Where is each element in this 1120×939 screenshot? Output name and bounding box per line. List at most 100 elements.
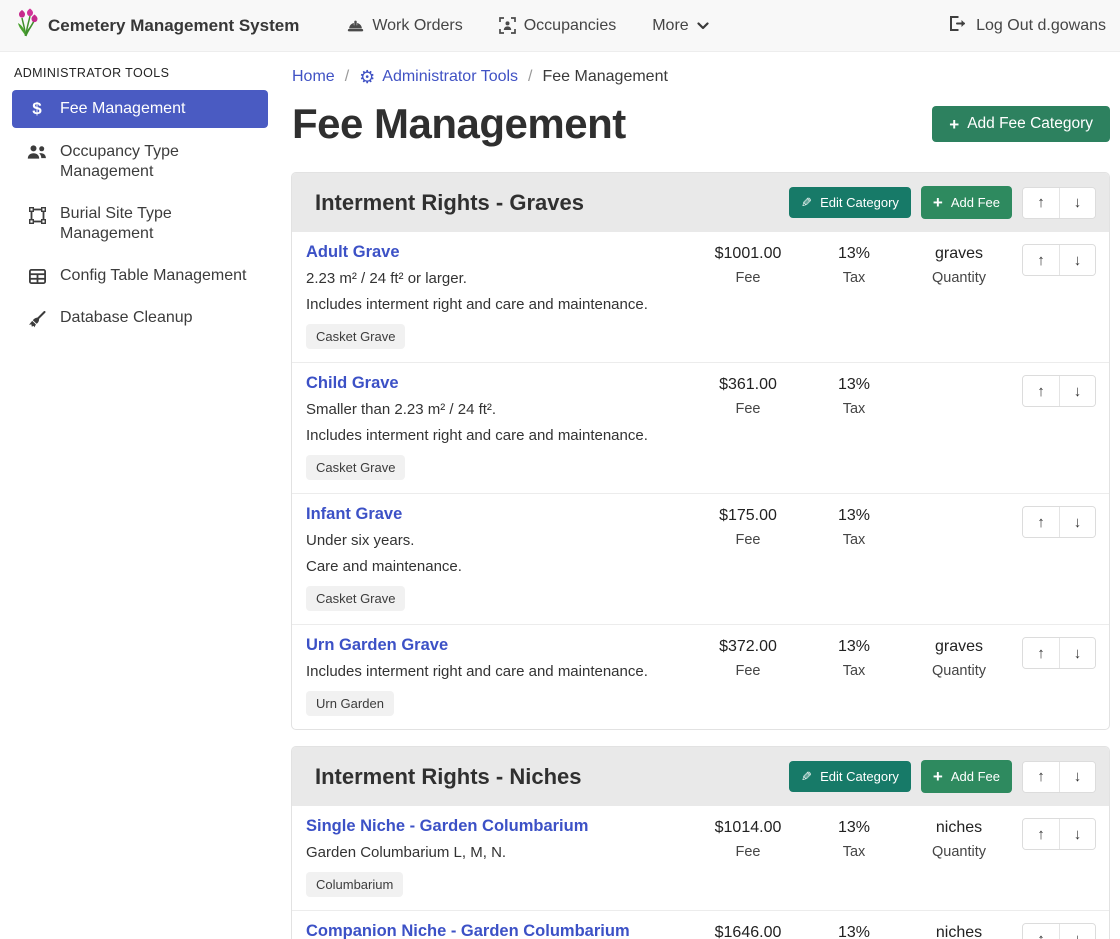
move-fee-up-button[interactable]: ↑: [1023, 507, 1059, 537]
nav-item-label: Work Orders: [372, 17, 462, 35]
fee-amount-label: Fee: [692, 532, 804, 548]
fee-name-link[interactable]: Urn Garden Grave: [306, 636, 448, 655]
fee-category-card: Interment Rights - Graves ✎ Edit Categor…: [291, 172, 1110, 730]
fee-tax: 13%: [804, 819, 904, 837]
fee-category-header: Interment Rights - Niches ✎ Edit Categor…: [292, 747, 1109, 806]
fee-amount: $372.00: [692, 638, 804, 656]
fee-tax: 13%: [804, 245, 904, 263]
fee-name-link[interactable]: Child Grave: [306, 374, 399, 393]
pencil-icon: ✎: [801, 770, 812, 783]
fee-name-link[interactable]: Infant Grave: [306, 505, 402, 524]
main-content: Home / ⚙ Administrator Tools / Fee Manag…: [280, 52, 1120, 939]
nav-item-occupancies[interactable]: Occupancies: [499, 17, 617, 35]
breadcrumb-home-link[interactable]: Home: [292, 68, 335, 86]
fee-quantity: niches: [904, 819, 1014, 837]
fee-row: Child Grave Smaller than 2.23 m² / 24 ft…: [292, 362, 1109, 493]
fee-tax-label: Tax: [804, 401, 904, 417]
breadcrumb-current: Fee Management: [543, 68, 668, 86]
fee-name-link[interactable]: Single Niche - Garden Columbarium: [306, 817, 588, 836]
sidebar-item-occupancy-type[interactable]: Occupancy Type Management: [12, 134, 268, 190]
page-title: Fee Management: [292, 100, 626, 148]
move-fee-down-button[interactable]: ↓: [1059, 819, 1095, 849]
move-fee-up-button[interactable]: ↑: [1023, 245, 1059, 275]
fee-reorder-group: ↑ ↓: [1022, 506, 1096, 538]
move-category-down-button[interactable]: ↓: [1059, 762, 1095, 792]
sidebar-item-label: Occupancy Type Management: [60, 142, 258, 182]
nav-item-label: More: [652, 17, 688, 35]
fee-row: Single Niche - Garden Columbarium Garden…: [292, 806, 1109, 910]
fee-quantity-label: Quantity: [904, 663, 1014, 679]
move-fee-up-button[interactable]: ↑: [1023, 819, 1059, 849]
sidebar-item-database-cleanup[interactable]: Database Cleanup: [12, 300, 268, 336]
fee-row: Adult Grave 2.23 m² / 24 ft² or larger. …: [292, 232, 1109, 362]
category-title: Interment Rights - Graves: [305, 190, 789, 216]
move-fee-down-button[interactable]: ↓: [1059, 376, 1095, 406]
fee-name-link[interactable]: Adult Grave: [306, 243, 400, 262]
sidebar-item-label: Database Cleanup: [60, 308, 193, 328]
add-fee-label: Add Fee: [951, 769, 1000, 784]
chevron-down-icon: [697, 22, 709, 30]
sidebar-item-burial-site-type[interactable]: Burial Site Type Management: [12, 196, 268, 252]
fee-description-1: Garden Columbarium L, M, N.: [306, 844, 692, 861]
fee-description-1: Under six years.: [306, 532, 692, 549]
fee-amount-label: Fee: [692, 270, 804, 286]
fee-description-1: 2.23 m² / 24 ft² or larger.: [306, 270, 692, 287]
fee-type-badge: Casket Grave: [306, 455, 405, 480]
move-fee-up-button[interactable]: ↑: [1023, 638, 1059, 668]
fee-amount: $175.00: [692, 507, 804, 525]
category-title: Interment Rights - Niches: [305, 764, 789, 790]
move-fee-down-button[interactable]: ↓: [1059, 638, 1095, 668]
fee-tax: 13%: [804, 507, 904, 525]
fee-tax: 13%: [804, 638, 904, 656]
fee-tax-label: Tax: [804, 532, 904, 548]
fee-category-list: Interment Rights - Graves ✎ Edit Categor…: [291, 172, 1110, 939]
app-brand[interactable]: Cemetery Management System: [14, 8, 299, 43]
edit-category-label: Edit Category: [820, 195, 899, 210]
broom-icon: [26, 309, 48, 328]
add-fee-category-button[interactable]: + Add Fee Category: [932, 106, 1110, 142]
plus-icon: +: [949, 116, 959, 133]
fee-type-badge: Urn Garden: [306, 691, 394, 716]
logout-button[interactable]: Log Out d.gowans: [949, 15, 1106, 37]
add-fee-button[interactable]: + Add Fee: [921, 760, 1012, 793]
fee-type-badge: Casket Grave: [306, 586, 405, 611]
sidebar-item-config-table[interactable]: Config Table Management: [12, 258, 268, 294]
fee-quantity-label: Quantity: [904, 844, 1014, 860]
edit-category-button[interactable]: ✎ Edit Category: [789, 761, 911, 792]
move-category-up-button[interactable]: ↑: [1023, 762, 1059, 792]
fee-name-link[interactable]: Companion Niche - Garden Columbarium: [306, 922, 630, 939]
add-fee-label: Add Fee: [951, 195, 1000, 210]
fee-row: Companion Niche - Garden Columbarium Gar…: [292, 910, 1109, 939]
move-fee-down-button[interactable]: ↓: [1059, 924, 1095, 939]
admin-tools-sidebar: ADMINISTRATOR TOOLS $ Fee Management Occ…: [0, 52, 280, 342]
fee-row-list: Adult Grave 2.23 m² / 24 ft² or larger. …: [292, 232, 1109, 729]
sidebar-item-label: Config Table Management: [60, 266, 247, 286]
fee-reorder-group: ↑ ↓: [1022, 637, 1096, 669]
nav-item-more[interactable]: More: [652, 17, 708, 35]
fee-reorder-group: ↑ ↓: [1022, 923, 1096, 939]
move-fee-down-button[interactable]: ↓: [1059, 245, 1095, 275]
logout-label: Log Out d.gowans: [976, 17, 1106, 35]
fee-quantity: graves: [904, 638, 1014, 656]
nav-item-work-orders[interactable]: Work Orders: [347, 17, 462, 35]
fee-row-list: Single Niche - Garden Columbarium Garden…: [292, 806, 1109, 939]
fee-amount-label: Fee: [692, 844, 804, 860]
move-category-up-button[interactable]: ↑: [1023, 188, 1059, 218]
fee-reorder-group: ↑ ↓: [1022, 375, 1096, 407]
fee-tax-label: Tax: [804, 270, 904, 286]
move-fee-up-button[interactable]: ↑: [1023, 924, 1059, 939]
breadcrumb-separator: /: [345, 68, 349, 86]
fee-type-badge: Casket Grave: [306, 324, 405, 349]
plus-icon: +: [933, 194, 943, 211]
hard-hat-icon: [347, 18, 364, 34]
move-fee-up-button[interactable]: ↑: [1023, 376, 1059, 406]
breadcrumb-admin-tools-link[interactable]: ⚙ Administrator Tools: [359, 68, 518, 86]
move-fee-down-button[interactable]: ↓: [1059, 507, 1095, 537]
fee-quantity-label: Quantity: [904, 270, 1014, 286]
add-fee-button[interactable]: + Add Fee: [921, 186, 1012, 219]
edit-category-button[interactable]: ✎ Edit Category: [789, 187, 911, 218]
nav-item-label: Occupancies: [524, 17, 617, 35]
sidebar-item-fee-management[interactable]: $ Fee Management: [12, 90, 268, 128]
fee-tax-label: Tax: [804, 844, 904, 860]
move-category-down-button[interactable]: ↓: [1059, 188, 1095, 218]
